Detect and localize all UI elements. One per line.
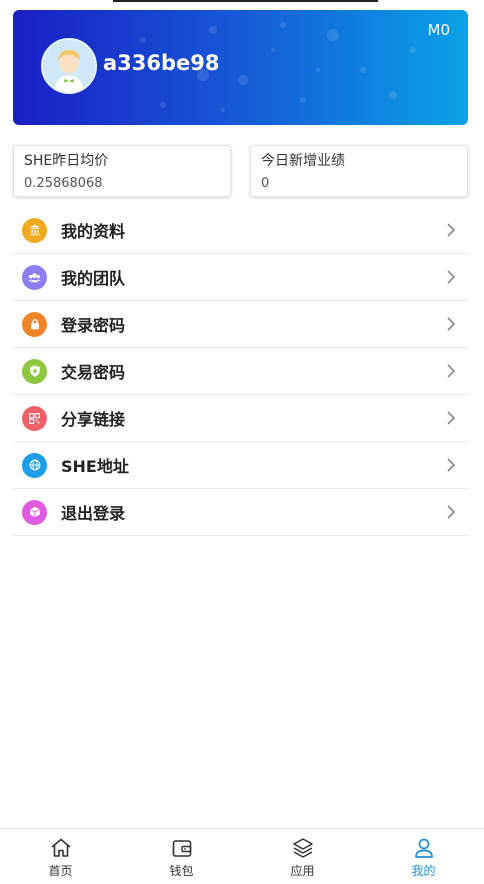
- bank-icon: [22, 217, 47, 243]
- tab-label: 应用: [290, 864, 315, 878]
- menu-item-trade-password[interactable]: 交易密码: [13, 348, 468, 395]
- layers-icon: [292, 838, 313, 858]
- menu-item-login-password[interactable]: 登录密码: [13, 301, 468, 348]
- bottom-tab-bar: 首页 钱包 应用 我的: [0, 828, 484, 884]
- chevron-right-icon: [447, 364, 456, 378]
- menu-label: SHE地址: [61, 457, 129, 476]
- menu-item-team[interactable]: 我的团队: [13, 254, 468, 301]
- top-divider: [113, 0, 378, 2]
- menu-item-she-address[interactable]: SHE地址: [13, 442, 468, 489]
- username: a336be98: [103, 51, 220, 75]
- menu-item-logout[interactable]: 退出登录: [13, 489, 468, 536]
- menu-item-share-link[interactable]: 分享链接: [13, 395, 468, 442]
- lock-icon: [22, 311, 47, 337]
- stat-card-price: SHE昨日均价 0.25868068: [13, 145, 231, 197]
- tab-mine[interactable]: 我的: [363, 829, 484, 884]
- tab-label: 钱包: [169, 864, 194, 878]
- member-level: M0: [427, 21, 451, 39]
- wallet-icon: [172, 840, 191, 857]
- qrcode-icon: [22, 405, 47, 431]
- tab-apps[interactable]: 应用: [242, 829, 363, 884]
- globe-icon: [22, 452, 47, 478]
- stat-card-performance: 今日新增业绩 0: [250, 145, 468, 197]
- home-icon: [50, 838, 71, 857]
- stat-title: SHE昨日均价: [24, 153, 109, 169]
- shield-icon: [22, 358, 47, 384]
- chevron-right-icon: [447, 270, 456, 284]
- stat-title: 今日新增业绩: [261, 153, 345, 169]
- menu-item-profile[interactable]: 我的资料: [13, 207, 468, 254]
- tab-home[interactable]: 首页: [0, 829, 121, 884]
- menu-label: 退出登录: [61, 504, 126, 523]
- menu-label: 分享链接: [61, 410, 126, 429]
- avatar[interactable]: [41, 38, 97, 94]
- chevron-right-icon: [447, 223, 456, 237]
- tab-label: 我的: [411, 864, 436, 878]
- menu-list: 我的资料 我的团队 登录密码 交易密码 分享链接 SHE地址 退出登录: [13, 207, 468, 536]
- profile-header: M0 a336be98: [13, 10, 468, 125]
- cube-icon: [22, 499, 47, 525]
- menu-label: 交易密码: [61, 363, 126, 382]
- stat-value: 0.25868068: [24, 176, 103, 191]
- chevron-right-icon: [447, 458, 456, 472]
- chevron-right-icon: [447, 505, 456, 519]
- user-icon: [414, 838, 433, 858]
- menu-label: 登录密码: [61, 316, 126, 335]
- chevron-right-icon: [447, 317, 456, 331]
- chevron-right-icon: [447, 411, 456, 425]
- menu-label: 我的资料: [61, 222, 126, 241]
- tab-wallet[interactable]: 钱包: [121, 829, 242, 884]
- stat-value: 0: [261, 176, 270, 191]
- menu-label: 我的团队: [61, 269, 126, 288]
- tab-label: 首页: [48, 864, 73, 878]
- team-icon: [22, 264, 47, 290]
